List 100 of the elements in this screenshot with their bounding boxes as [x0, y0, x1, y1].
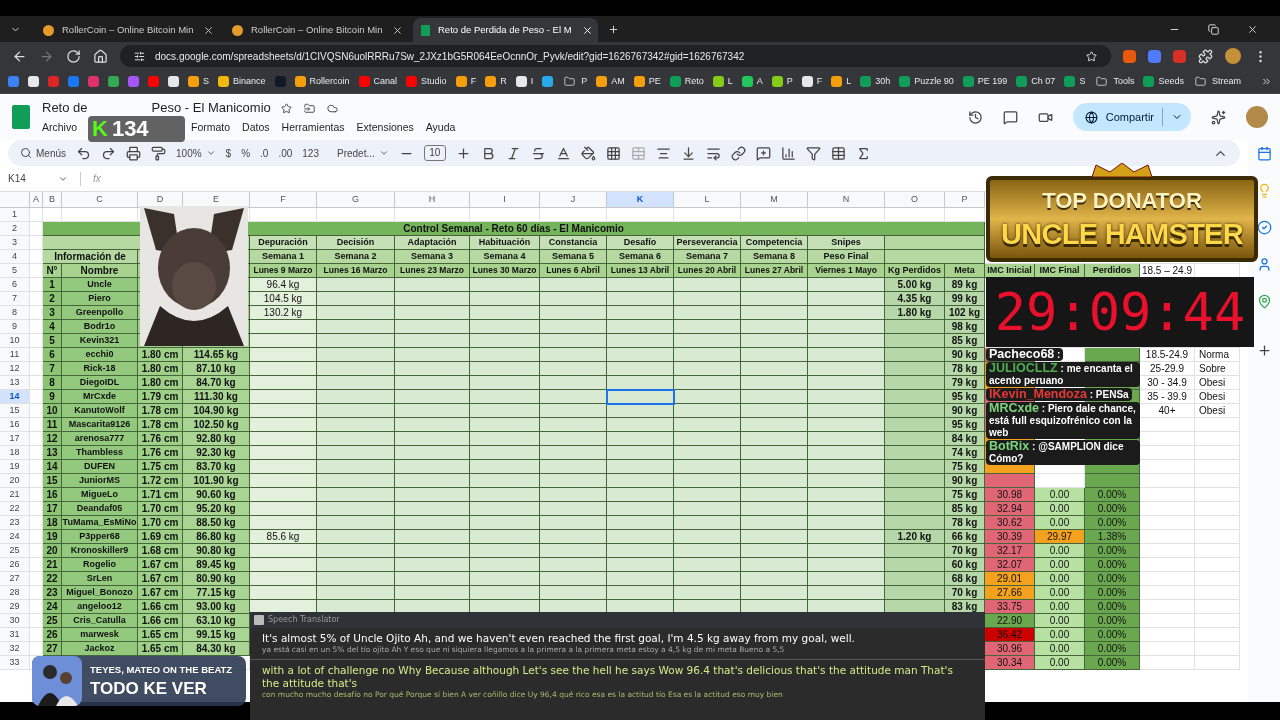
column-header[interactable]: M: [741, 192, 808, 208]
row-number[interactable]: 20: [0, 474, 30, 488]
bookmark[interactable]: Seeds: [1143, 74, 1184, 89]
row-number[interactable]: 6: [0, 278, 30, 292]
font-select[interactable]: Predet...: [337, 145, 389, 161]
row-number[interactable]: 19: [0, 460, 30, 474]
name-box[interactable]: K14: [8, 171, 68, 186]
row-number[interactable]: 23: [0, 516, 30, 530]
bookmark[interactable]: A: [741, 74, 763, 89]
bookmark[interactable]: S: [188, 74, 209, 89]
column-header[interactable]: H: [395, 192, 470, 208]
row-number[interactable]: 26: [0, 558, 30, 572]
row-number[interactable]: 11: [0, 348, 30, 362]
column-header[interactable]: J: [540, 192, 607, 208]
column-header[interactable]: C: [62, 192, 138, 208]
browser-tab[interactable]: RollerCoin – Online Bitcoin Min: [224, 18, 409, 42]
bookmark[interactable]: Reto: [669, 74, 704, 89]
row-number[interactable]: 17: [0, 432, 30, 446]
row-number[interactable]: 1: [0, 208, 30, 222]
column-header[interactable]: K: [607, 192, 674, 208]
decrease-decimals-button[interactable]: .0: [260, 145, 269, 161]
column-header[interactable]: A: [30, 192, 43, 208]
percent-button[interactable]: %: [241, 145, 251, 161]
column-header[interactable]: F: [250, 192, 317, 208]
browser-tab[interactable]: RollerCoin – Online Bitcoin Min: [35, 18, 220, 42]
bookmark[interactable]: Ch 07: [1016, 74, 1056, 89]
menu-item[interactable]: Extensiones: [356, 119, 414, 136]
column-header[interactable]: O: [885, 192, 945, 208]
table-cell: 2: [43, 292, 62, 306]
bookmark[interactable]: Binance: [218, 74, 266, 89]
row-number[interactable]: 9: [0, 320, 30, 334]
bookmark[interactable]: I: [515, 74, 534, 89]
address-bar[interactable]: docs.google.com/spreadsheets/d/1CIVQSN6uolRRRu7Sw_2JXz1bG5R064EeOcnnOr_Pyvk/edit?gid=1626767342#gid=1626767342: [120, 45, 1111, 67]
table-cell: 75 kg: [945, 460, 985, 474]
row-number[interactable]: 8: [0, 306, 30, 320]
bookmark[interactable]: Rollercoin: [294, 74, 350, 89]
row-number[interactable]: 15: [0, 404, 30, 418]
menu-item[interactable]: Formato: [191, 119, 231, 136]
row-number[interactable]: 4: [0, 250, 30, 264]
bookmark[interactable]: PE 199: [962, 74, 1008, 89]
row-number[interactable]: 33: [0, 656, 30, 670]
menu-item[interactable]: Herramientas: [281, 119, 345, 136]
document-title[interactable]: Peso - El Manicomio: [151, 98, 271, 118]
bookmark[interactable]: P: [562, 74, 588, 89]
column-header[interactable]: P: [945, 192, 985, 208]
bookmark[interactable]: Canal: [358, 74, 398, 89]
menu-item[interactable]: Ayuda: [425, 119, 456, 136]
row-number[interactable]: 21: [0, 488, 30, 502]
table-cell: 27: [43, 642, 62, 656]
menu-item[interactable]: Archivo: [42, 119, 77, 136]
bookmark[interactable]: AM: [596, 74, 625, 89]
bookmark[interactable]: F: [455, 74, 477, 89]
bookmark[interactable]: 30h: [860, 74, 891, 89]
menus-search[interactable]: Menús: [20, 145, 66, 161]
row-number[interactable]: 14: [0, 390, 30, 404]
column-header[interactable]: I: [470, 192, 540, 208]
bookmark[interactable]: Stream: [1192, 74, 1241, 89]
row-number[interactable]: 28: [0, 586, 30, 600]
row-number[interactable]: 27: [0, 572, 30, 586]
font-size-field[interactable]: 10: [423, 145, 446, 161]
zoom-select[interactable]: 100%: [176, 145, 216, 161]
row-number[interactable]: 32: [0, 642, 30, 656]
bookmark[interactable]: L: [831, 74, 852, 89]
bookmark[interactable]: L: [712, 74, 733, 89]
bookmark[interactable]: R: [485, 74, 507, 89]
bookmark[interactable]: Tools: [1094, 74, 1135, 89]
row-number[interactable]: 18: [0, 446, 30, 460]
row-number[interactable]: 29: [0, 600, 30, 614]
column-header[interactable]: G: [317, 192, 395, 208]
bookmark[interactable]: F: [801, 74, 823, 89]
document-title[interactable]: Reto de: [42, 98, 88, 118]
row-number[interactable]: 31: [0, 628, 30, 642]
share-button[interactable]: Compartir: [1072, 103, 1191, 131]
row-number[interactable]: 24: [0, 530, 30, 544]
browser-tab[interactable]: Reto de Perdida de Peso - El M: [413, 18, 598, 42]
row-number[interactable]: 22: [0, 502, 30, 516]
row-number[interactable]: 5: [0, 264, 30, 278]
bookmark[interactable]: Puzzle 90: [899, 74, 954, 89]
row-number[interactable]: 16: [0, 418, 30, 432]
row-number[interactable]: 7: [0, 292, 30, 306]
row-number[interactable]: 12: [0, 362, 30, 376]
row-number[interactable]: 30: [0, 614, 30, 628]
increase-decimals-button[interactable]: .00: [278, 145, 293, 161]
row-number[interactable]: 10: [0, 334, 30, 348]
row-number[interactable]: 13: [0, 376, 30, 390]
row-number[interactable]: 2: [0, 222, 30, 236]
row-number[interactable]: 3: [0, 236, 30, 250]
table-cell: 83.70 kg: [183, 460, 250, 474]
column-header[interactable]: B: [43, 192, 62, 208]
bookmark[interactable]: S: [1064, 74, 1086, 89]
bookmark[interactable]: Studio: [406, 74, 447, 89]
number-format-button[interactable]: 123: [302, 145, 319, 161]
column-header[interactable]: L: [674, 192, 741, 208]
row-number[interactable]: 25: [0, 544, 30, 558]
bookmark[interactable]: P: [771, 74, 793, 89]
bookmark[interactable]: PE: [633, 74, 661, 89]
menu-item[interactable]: Datos: [242, 119, 270, 136]
currency-button[interactable]: $: [225, 145, 232, 161]
table-cell: 0.00: [1035, 628, 1085, 642]
column-header[interactable]: N: [808, 192, 885, 208]
